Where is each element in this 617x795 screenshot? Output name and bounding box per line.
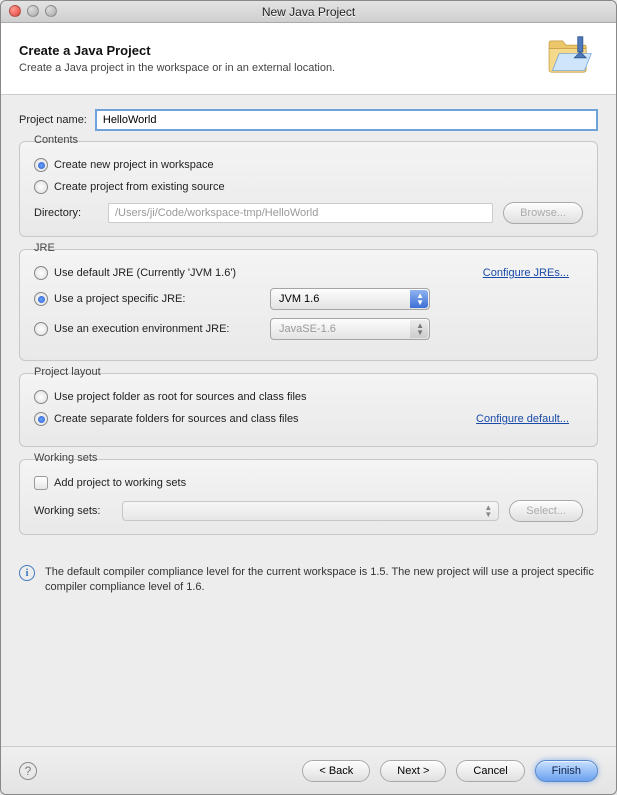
radio-root-folder-label: Use project folder as root for sources a…: [54, 391, 307, 403]
select-working-sets-button: Select...: [509, 500, 583, 522]
radio-separate-folders-label: Create separate folders for sources and …: [54, 413, 299, 425]
chevron-updown-icon: ▲▼: [484, 504, 492, 518]
working-sets-select: ▲▼: [122, 501, 499, 521]
radio-default-jre[interactable]: [34, 266, 48, 280]
radio-env-jre-label: Use an execution environment JRE:: [54, 323, 264, 335]
add-to-working-sets-checkbox[interactable]: [34, 476, 48, 490]
wizard-folder-icon: [544, 30, 598, 87]
radio-existing-source[interactable]: [34, 180, 48, 194]
project-name-input[interactable]: [95, 109, 598, 131]
radio-existing-source-label: Create project from existing source: [54, 181, 225, 193]
wizard-banner: Create a Java Project Create a Java proj…: [1, 23, 616, 95]
radio-separate-folders[interactable]: [34, 412, 48, 426]
radio-specific-jre-label: Use a project specific JRE:: [54, 293, 264, 305]
layout-group: Project layout Use project folder as roo…: [19, 373, 598, 447]
back-button[interactable]: < Back: [302, 760, 370, 782]
directory-label: Directory:: [34, 207, 98, 219]
layout-legend: Project layout: [30, 366, 105, 378]
radio-specific-jre[interactable]: [34, 292, 48, 306]
directory-field: [108, 203, 493, 223]
radio-default-jre-label: Use default JRE (Currently 'JVM 1.6'): [54, 267, 236, 279]
working-sets-label: Working sets:: [34, 505, 112, 517]
working-sets-group: Working sets Add project to working sets…: [19, 459, 598, 535]
radio-create-new-label: Create new project in workspace: [54, 159, 214, 171]
contents-legend: Contents: [30, 134, 82, 146]
banner-heading: Create a Java Project: [19, 43, 335, 58]
chevron-updown-icon: ▲▼: [416, 322, 424, 336]
jre-group: JRE Use default JRE (Currently 'JVM 1.6'…: [19, 249, 598, 361]
zoom-window-button[interactable]: [45, 5, 57, 17]
jre-legend: JRE: [30, 242, 59, 254]
banner-subheading: Create a Java project in the workspace o…: [19, 62, 335, 74]
env-jre-select: JavaSE-1.6 ▲▼: [270, 318, 430, 340]
project-name-label: Project name:: [19, 114, 87, 126]
configure-default-link[interactable]: Configure default...: [476, 413, 569, 425]
chevron-updown-icon: ▲▼: [416, 292, 424, 306]
window-title: New Java Project: [1, 5, 616, 19]
specific-jre-select[interactable]: JVM 1.6 ▲▼: [270, 288, 430, 310]
minimize-window-button[interactable]: [27, 5, 39, 17]
working-sets-legend: Working sets: [30, 452, 101, 464]
radio-root-folder[interactable]: [34, 390, 48, 404]
browse-button: Browse...: [503, 202, 583, 224]
add-to-working-sets-label: Add project to working sets: [54, 477, 186, 489]
contents-group: Contents Create new project in workspace…: [19, 141, 598, 237]
info-icon: i: [19, 565, 35, 581]
finish-button[interactable]: Finish: [535, 760, 598, 782]
next-button[interactable]: Next >: [380, 760, 446, 782]
configure-jres-link[interactable]: Configure JREs...: [483, 267, 569, 279]
radio-env-jre[interactable]: [34, 322, 48, 336]
titlebar[interactable]: New Java Project: [1, 1, 616, 23]
help-button[interactable]: ?: [19, 762, 37, 780]
close-window-button[interactable]: [9, 5, 21, 17]
info-message: The default compiler compliance level fo…: [45, 565, 598, 596]
radio-create-new[interactable]: [34, 158, 48, 172]
cancel-button[interactable]: Cancel: [456, 760, 524, 782]
